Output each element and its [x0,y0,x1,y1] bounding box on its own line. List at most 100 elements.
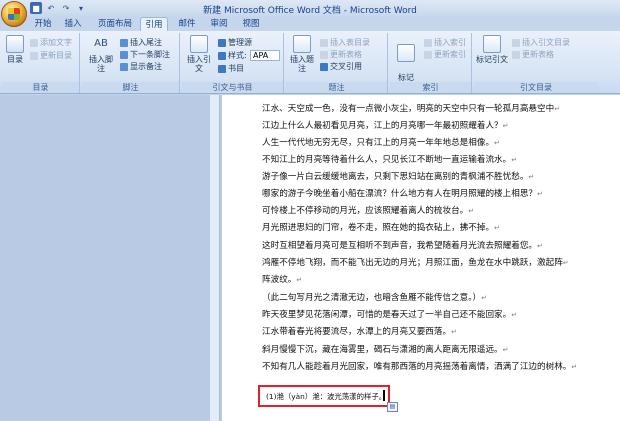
next-footnote-button[interactable]: 下一条脚注 [120,49,170,60]
tab-page-layout[interactable]: 页面布局 [94,17,136,31]
paragraph-mark: ↵ [511,156,518,164]
insert-citation-button[interactable]: 插入引文 [184,35,214,73]
document-line[interactable]: 不知江上的月亮等待着什么人，只见长江不断地一直运输着流水。↵ [262,154,517,166]
paragraph-mark: ↵ [494,224,500,232]
insert-index-button[interactable]: 插入索引 [424,37,466,48]
toc-group-label: 目录 [2,82,79,93]
next-footnote-icon [120,50,128,59]
document-line[interactable]: 这时互相望着月亮可是互相听不到声音，我希望随着月光流去照耀着您。↵ [262,240,543,252]
document-line[interactable]: 人生一代代地无穷无尽，只有江上的月亮一年年地总是相像。↵ [262,137,500,149]
tab-view[interactable]: 视图 [238,17,264,31]
document-line[interactable]: 江边上什么人最初看见月亮，江上的月亮哪一年最初照耀着人？↵ [262,120,509,132]
update-index-button[interactable]: 更新索引 [424,49,466,60]
next-footnote-label: 下一条脚注 [130,50,170,59]
document-line[interactable]: 哪家的游子今晚坐着小船在漂流？什么地方有人在明月照耀的楼上相思？↵ [262,188,543,200]
document-line-text: 斜月慢慢下沉，藏在海雾里，碣石与潇湘的离人距离无限遥远。 [262,345,503,355]
paragraph-mark: ↵ [494,139,500,147]
document-line-text: 江水带着春光将要流尽，水潭上的月亮又要西落。 [262,327,452,337]
update-index-icon [424,50,432,59]
insert-footnote-label: 插入脚注 [89,55,113,73]
document-line[interactable]: 阵波纹。↵ [262,274,302,286]
update-table-button[interactable]: 更新表格 [320,49,362,60]
ribbon: 目录 添加文字 更新目录 目录 AB 插入脚注 插入尾注 下一条脚注 显示备注 … [0,31,620,94]
insert-table-of-authorities-button[interactable]: 插入引文目录 [512,37,570,48]
document-line-text: 不知江上的月亮等待着什么人，只见长江不断地一直运输着流水。 [262,155,512,165]
bibliography-button[interactable]: 书目 [218,63,244,74]
document-line[interactable]: 江水、天空成一色，没有一点微小灰尘，明亮的天空中只有一轮孤月高悬空中↵ [262,103,560,115]
insert-table-of-authorities-label: 插入引文目录 [522,38,570,47]
insert-index-label: 插入索引 [434,38,466,47]
bibliography-icon [218,64,226,73]
toc-icon [6,35,24,53]
cross-reference-label: 交叉引用 [330,62,362,71]
paragraph-mark: ↵ [528,173,535,181]
paragraph-mark: ↵ [537,190,543,198]
insert-caption-label: 插入题注 [290,55,314,73]
insert-caption-button[interactable]: 插入题注 [288,35,316,73]
update-authorities-label: 更新表格 [522,50,554,59]
style-label: 样式: [228,51,247,60]
document-page[interactable]: 江水、天空成一色，没有一点微小灰尘，明亮的天空中只有一轮孤月高悬空中↵ 江边上什么… [222,95,620,421]
paragraph-mark: ↵ [296,276,303,284]
tab-references[interactable]: 引用 [140,17,168,31]
caption-group-label: 题注 [286,82,387,93]
show-notes-button[interactable]: 显示备注 [120,61,162,72]
document-line-text: （此二句写月光之清澈无边，也暗含鱼雁不能传信之意。） [262,293,482,303]
insert-citation-label: 插入引文 [187,55,211,73]
toc-button[interactable]: 目录 [4,35,26,64]
document-line-text: 江边上什么人最初看见月亮，江上的月亮哪一年最初照耀着人？ [262,121,503,131]
tab-home[interactable]: 开始 [30,17,56,31]
document-line[interactable]: 昨天夜里梦见花落闲潭，可惜的是春天过了一半自己还不能回家。↵ [262,309,517,321]
update-toc-label: 更新目录 [40,51,72,60]
document-line-text: 昨天夜里梦见花落闲潭，可惜的是春天过了一半自己还不能回家。 [262,310,512,320]
insert-table-of-figures-label: 插入表目录 [330,38,370,47]
insert-footnote-button[interactable]: AB 插入脚注 [86,35,116,73]
paragraph-mark: ↵ [502,122,509,130]
paragraph-mark: ↵ [562,259,569,267]
document-line[interactable]: 可怜楼上不停移动的月光，应该照耀着离人的梳妆台。↵ [262,205,474,217]
document-line[interactable]: 游子像一片白云缓缓地离去，只剩下思妇站在离别的青枫浦不胜忧愁。↵ [262,171,534,183]
cross-reference-button[interactable]: 交叉引用 [320,61,362,72]
table-of-authorities-icon [512,38,520,47]
office-logo-icon [8,8,20,20]
paragraph-mark: ↵ [571,363,578,371]
tab-review[interactable]: 审阅 [206,17,232,31]
insert-index-icon [424,38,432,47]
footnote-text[interactable]: (1)滟（yàn）滟：波光荡漾的样子。 [266,391,386,402]
citation-style-select[interactable]: APA [250,50,280,61]
update-toc-button[interactable]: 更新目录 [30,50,72,61]
document-line[interactable]: 不知有几人能趁着月光回家，唯有那西落的月亮摇荡着离情，洒满了江边的树林。↵ [262,361,577,373]
tab-mailings[interactable]: 邮件 [174,17,200,31]
manage-sources-icon [218,38,226,47]
document-line[interactable]: 江水带着春光将要流尽，水潭上的月亮又要西落。↵ [262,326,457,338]
document-line-text: 哪家的游子今晚坐着小船在漂流？什么地方有人在明月照耀的楼上相思？ [262,189,538,199]
document-line[interactable]: 鸿雁不停地飞翔，而不能飞出无边的月光；月照江面，鱼龙在水中跳跃，激起阵↵ [262,257,569,269]
insert-endnote-label: 插入尾注 [130,38,162,47]
document-line[interactable]: 月光照进思妇的门帘，卷不走，照在她的捣衣砧上，拂不掉。↵ [262,222,500,234]
insert-table-of-figures-button[interactable]: 插入表目录 [320,37,370,48]
paragraph-mark: ↵ [468,207,475,215]
window-title: 新建 Microsoft Office Word 文档 - Microsoft … [203,6,417,16]
insert-citation-icon [190,35,208,53]
insert-caption-icon [293,35,311,53]
update-table-icon [320,50,328,59]
document-line[interactable]: 斜月慢慢下沉，藏在海雾里，碣石与潇湘的离人距离无限遥远。↵ [262,344,509,356]
mark-citation-button[interactable]: 标记引文 [476,35,508,64]
document-line[interactable]: （此二句写月光之清澈无边，也暗含鱼雁不能传信之意。）↵ [262,292,487,304]
document-line-text: 游子像一片白云缓缓地离去，只剩下思妇站在离别的青枫浦不胜忧愁。 [262,172,529,182]
table-of-figures-icon [320,38,328,47]
paste-options-icon[interactable]: ▤ [387,402,398,412]
manage-sources-button[interactable]: 管理源 [218,37,252,48]
vertical-ruler[interactable] [210,95,220,421]
office-button[interactable] [1,1,27,27]
show-notes-icon [120,62,128,71]
add-text-button[interactable]: 添加文字 [30,37,72,48]
update-table-label: 更新表格 [330,50,362,59]
tab-insert[interactable]: 插入 [60,17,86,31]
document-line-text: 鸿雁不停地飞翔，而不能飞出无边的月光；月照江面，鱼龙在水中跳跃，激起阵 [262,258,563,268]
authorities-group: 标记引文 插入引文目录 更新表格 引文目录 [474,33,598,93]
document-line-text: 人生一代代地无穷无尽，只有江上的月亮一年年地总是相像。 [262,138,495,148]
bibliography-label: 书目 [228,64,244,73]
update-authorities-button[interactable]: 更新表格 [512,49,554,60]
insert-endnote-button[interactable]: 插入尾注 [120,37,162,48]
